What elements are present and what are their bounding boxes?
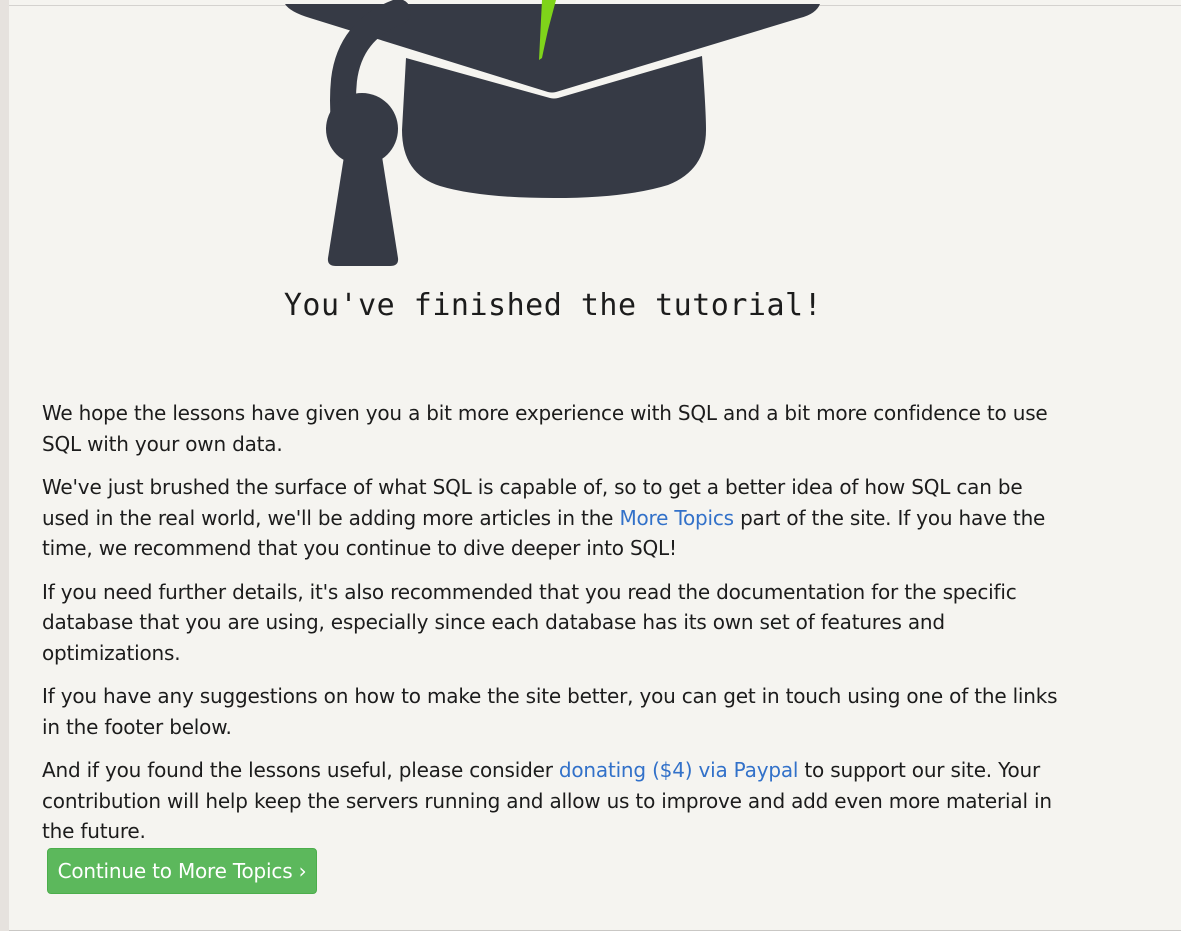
donate-paypal-link[interactable]: donating ($4) via Paypal <box>559 758 799 782</box>
paragraph-5-text: And if you found the lessons useful, ple… <box>42 758 559 782</box>
graduation-cap-icon <box>285 0 820 266</box>
paragraph-2: We've just brushed the surface of what S… <box>42 472 1072 564</box>
paragraph-4: If you have any suggestions on how to ma… <box>42 684 1058 739</box>
paragraph-5: And if you found the lessons useful, ple… <box>42 755 1072 847</box>
continue-to-more-topics-button[interactable]: Continue to More Topics › <box>47 848 317 894</box>
paragraph-3: If you need further details, it's also r… <box>42 579 1017 665</box>
more-topics-link[interactable]: More Topics <box>619 506 734 530</box>
page-title: You've finished the tutorial! <box>283 288 823 323</box>
left-border <box>0 0 9 931</box>
article-content: We hope the lessons have given you a bit… <box>42 398 1072 860</box>
paragraph-1: We hope the lessons have given you a bit… <box>42 401 1048 456</box>
